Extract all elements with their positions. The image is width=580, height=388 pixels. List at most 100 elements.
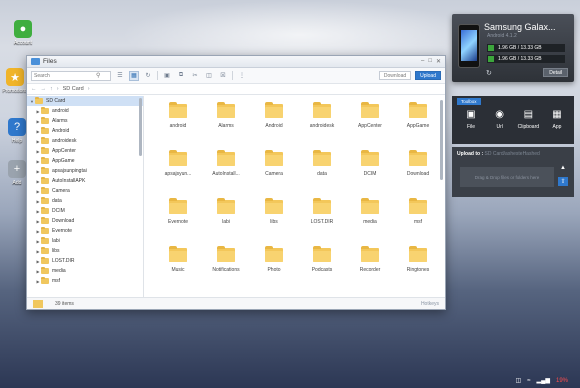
folder-item[interactable]: media (346, 198, 394, 246)
tool-label: App (552, 124, 562, 130)
hotkeys-link[interactable]: Hotkeys (421, 301, 439, 307)
folder-item[interactable]: Download (394, 150, 442, 198)
tree-item[interactable]: ▼ SD Card (27, 96, 143, 106)
folder-item[interactable]: msf (394, 198, 442, 246)
grid-scrollbar[interactable] (440, 100, 443, 180)
tree-item[interactable]: ▶ LOST.DIR (27, 256, 143, 266)
tree-item[interactable]: ▶ msf (27, 276, 143, 286)
folder-icon (41, 147, 49, 154)
tree-item[interactable]: ▶ Download (27, 216, 143, 226)
folder-icon (409, 102, 427, 118)
cut-icon[interactable]: ✂ (190, 71, 200, 81)
folder-item[interactable]: Notifications (202, 246, 250, 294)
maximize-icon[interactable]: □ (428, 58, 432, 65)
folder-item[interactable]: Music (154, 246, 202, 294)
paste-icon[interactable]: ◫ (204, 71, 214, 81)
new-folder-icon[interactable]: ▣ (162, 71, 172, 81)
tree-item[interactable]: ▶ Evernote (27, 226, 143, 236)
folder-tree: ▼ SD Card ▶ android ▶ Alarms ▶ Android ▶ androide… (27, 96, 144, 297)
forward-icon[interactable]: → (41, 86, 47, 92)
folder-item[interactable]: labi (202, 198, 250, 246)
folder-item[interactable]: AutoInstall... (202, 150, 250, 198)
copy-icon[interactable]: ⧉ (176, 71, 186, 81)
folder-name: apsajsyun... (164, 171, 192, 177)
back-icon[interactable]: ← (31, 86, 37, 92)
folder-item[interactable]: Evernote (154, 198, 202, 246)
folder-item[interactable]: LOST.DIR (298, 198, 346, 246)
delete-icon[interactable]: ☒ (218, 71, 228, 81)
upload-file-icon[interactable]: ▲ (560, 165, 568, 172)
folder-item[interactable]: libs (250, 198, 298, 246)
folder-item[interactable]: data (298, 150, 346, 198)
star-icon: ★ (6, 68, 24, 86)
folder-item[interactable]: Alarms (202, 102, 250, 150)
folder-icon (361, 246, 379, 262)
file-icon: ▣ (466, 109, 476, 120)
folder-item[interactable]: Photo (250, 246, 298, 294)
folder-item[interactable]: apsajsyun... (154, 150, 202, 198)
folder-item[interactable]: Android (250, 102, 298, 150)
breadcrumb: ← → ↑ › SD Card › (27, 84, 445, 95)
folder-item[interactable]: Camera (250, 150, 298, 198)
tree-item[interactable]: ▶ labi (27, 236, 143, 246)
grid-view-icon[interactable]: ▦ (129, 70, 139, 81)
tree-item[interactable]: ▶ Camera (27, 186, 143, 196)
folder-item[interactable]: androidesk (298, 102, 346, 150)
tree-scrollbar[interactable] (139, 98, 142, 156)
folder-item[interactable]: Ringtones (394, 246, 442, 294)
sync-icon[interactable]: ◫ (516, 377, 522, 384)
tree-item[interactable]: ▶ android (27, 106, 143, 116)
folder-item[interactable]: AppCenter (346, 102, 394, 150)
folder-item[interactable]: AppGame (394, 102, 442, 150)
tree-item[interactable]: ▶ apsajsunpingtai (27, 166, 143, 176)
folder-name: AutoInstall... (212, 171, 240, 177)
tree-item[interactable]: ▶ Alarms (27, 116, 143, 126)
upload-path[interactable]: SD Card/ashesteHashed (485, 151, 540, 157)
folder-icon (41, 117, 49, 124)
search-input[interactable] (34, 72, 96, 79)
more-icon[interactable]: ⋮ (237, 71, 247, 81)
device-name: Samsung Galax... (484, 22, 556, 32)
globe-icon: ◉ (495, 109, 505, 120)
tree-item[interactable]: ▶ libs (27, 246, 143, 256)
folder-icon (169, 102, 187, 118)
refresh-icon[interactable]: ↻ (143, 71, 153, 81)
tree-item[interactable]: ▶ data (27, 196, 143, 206)
detail-button[interactable]: Detail (543, 68, 568, 77)
upload-folder-icon[interactable]: ⇧ (558, 177, 568, 186)
tool-file[interactable]: ▣ File (458, 109, 484, 130)
signal-icon: ▂▄▆ (536, 378, 550, 384)
folder-icon (41, 257, 49, 264)
minimize-icon[interactable]: – (421, 58, 424, 65)
upload-button[interactable]: Upload (415, 71, 441, 80)
breadcrumb-sdcard[interactable]: SD Card (63, 86, 84, 92)
folder-item[interactable]: android (154, 102, 202, 150)
folder-item[interactable]: DCIM (346, 150, 394, 198)
folder-item[interactable]: Podcasts (298, 246, 346, 294)
tree-item[interactable]: ▶ AppGame (27, 156, 143, 166)
search-icon[interactable]: ⚲ (96, 72, 100, 79)
download-button[interactable]: Download (378, 71, 412, 80)
list-view-icon[interactable]: ☰ (115, 71, 125, 81)
folder-icon (265, 198, 283, 214)
folder-icon (217, 102, 235, 118)
tree-item[interactable]: ▶ media (27, 266, 143, 276)
drop-zone[interactable]: Drag & Drop files or folders here (460, 167, 554, 187)
tool-clipboard[interactable]: ▤ Clipboard (515, 109, 541, 130)
desktop-icon-account[interactable]: ● Account (8, 20, 38, 46)
tool-app[interactable]: ▦ App (544, 109, 570, 130)
tree-item[interactable]: ▶ androidesk (27, 136, 143, 146)
person-icon: ● (14, 20, 32, 38)
folder-item[interactable]: Recorder (346, 246, 394, 294)
close-icon[interactable]: ✕ (436, 58, 441, 65)
window-titlebar[interactable]: Files – □ ✕ (27, 56, 445, 68)
tree-item[interactable]: ▶ AppCenter (27, 146, 143, 156)
tool-url[interactable]: ◉ Url (487, 109, 513, 130)
folder-icon (169, 198, 187, 214)
tree-item[interactable]: ▶ AutoInstallAPK (27, 176, 143, 186)
tree-item[interactable]: ▶ DCIM (27, 206, 143, 216)
folder-icon (313, 198, 331, 214)
up-icon[interactable]: ↑ (50, 86, 53, 92)
tree-item[interactable]: ▶ Android (27, 126, 143, 136)
refresh-device-icon[interactable]: ↻ (486, 69, 492, 77)
